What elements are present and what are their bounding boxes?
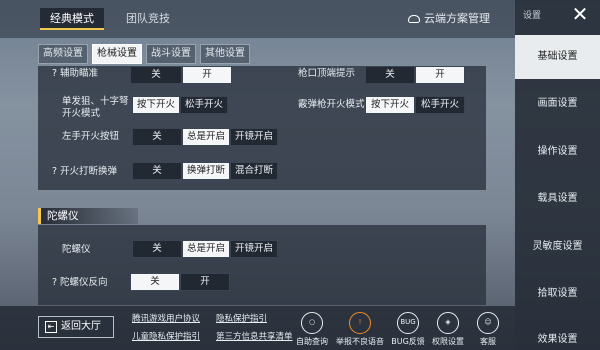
link-user-agreement[interactable]: 腾讯游戏用户协议 bbox=[132, 312, 200, 324]
sniper-fire-mode-toggle[interactable]: 按下开火 松手开火 bbox=[132, 96, 228, 114]
warning-icon: ! bbox=[349, 312, 371, 334]
option-scope-on[interactable]: 开镜开启 bbox=[230, 128, 278, 146]
cloud-icon bbox=[408, 15, 420, 23]
fire-interrupt-reload-toggle[interactable]: 关 换弹打断 混合打断 bbox=[132, 162, 278, 180]
option-on[interactable]: 开 bbox=[415, 66, 465, 84]
option-reload-interrupt[interactable]: 换弹打断 bbox=[182, 162, 230, 180]
help-icon: ? bbox=[52, 277, 58, 288]
option-press-fire[interactable]: 按下开火 bbox=[365, 96, 415, 114]
back-to-lobby-button[interactable]: ⇤ 返回大厅 bbox=[38, 316, 114, 338]
subtab-combat[interactable]: 战斗设置 bbox=[146, 44, 196, 64]
bug-icon: BUG bbox=[397, 312, 419, 334]
bug-feedback-button[interactable]: BUG BUG反馈 bbox=[388, 312, 428, 347]
settings-label: 设置 bbox=[523, 11, 542, 21]
aim-assist-label: ? 辅助瞄准 bbox=[52, 68, 99, 79]
option-off[interactable]: 关 bbox=[132, 240, 182, 258]
option-off[interactable]: 关 bbox=[132, 162, 182, 180]
subtab-firearms[interactable]: 枪械设置 bbox=[92, 44, 142, 64]
gyro-toggle[interactable]: 关 总是开启 开镜开启 bbox=[132, 240, 278, 258]
sidebar-item-effects[interactable]: 效果设置 bbox=[515, 318, 600, 350]
link-third-party-sharing[interactable]: 第三方信息共享清单 bbox=[216, 330, 293, 342]
gyro-invert-label: ? 陀螺仪反向 bbox=[52, 277, 108, 288]
cloud-scheme-button[interactable]: 云端方案管理 bbox=[408, 10, 490, 26]
shotgun-fire-mode-label: 霰弹枪开火模式 bbox=[298, 99, 365, 110]
gyro-section-title: 陀螺仪 bbox=[38, 208, 138, 224]
settings-sidebar: 基础设置 画面设置 操作设置 载具设置 灵敏度设置 拾取设置 效果设置 bbox=[515, 0, 600, 350]
option-off[interactable]: 关 bbox=[365, 66, 415, 84]
top-tab-bar: 经典模式 团队竞技 云端方案管理 bbox=[0, 0, 515, 38]
option-release-fire[interactable]: 松手开火 bbox=[180, 96, 228, 114]
option-mixed-interrupt[interactable]: 混合打断 bbox=[230, 162, 278, 180]
gyro-invert-toggle[interactable]: 关 开 bbox=[130, 273, 230, 291]
help-icon: ? bbox=[52, 68, 58, 79]
tab-classic-mode[interactable]: 经典模式 bbox=[40, 8, 104, 30]
muzzle-tip-label: 枪口顶端提示 bbox=[298, 68, 356, 79]
option-press-fire[interactable]: 按下开火 bbox=[132, 96, 180, 114]
back-to-lobby-label: 返回大厅 bbox=[61, 321, 101, 332]
shotgun-fire-mode-toggle[interactable]: 按下开火 松手开火 bbox=[365, 96, 465, 114]
left-fire-button-label: 左手开火按钮 bbox=[62, 131, 120, 142]
permission-settings-button[interactable]: ◈ 权限设置 bbox=[428, 312, 468, 347]
option-always-on[interactable]: 总是开启 bbox=[182, 240, 230, 258]
tab-team-deathmatch[interactable]: 团队竞技 bbox=[116, 8, 180, 30]
back-arrow-icon: ⇤ bbox=[45, 321, 57, 333]
option-off[interactable]: 关 bbox=[132, 128, 182, 146]
customer-service-button[interactable]: ☺ 客服 bbox=[468, 312, 508, 347]
left-fire-button-toggle[interactable]: 关 总是开启 开镜开启 bbox=[132, 128, 278, 146]
close-icon[interactable]: ✕ bbox=[570, 4, 590, 24]
report-voice-button[interactable]: ! 举报不良语音 bbox=[334, 312, 386, 347]
sidebar-item-graphics[interactable]: 画面设置 bbox=[515, 82, 600, 126]
cloud-scheme-label: 云端方案管理 bbox=[424, 12, 490, 25]
subtab-other[interactable]: 其他设置 bbox=[200, 44, 250, 64]
fire-interrupt-reload-label: ? 开火打断换弹 bbox=[52, 166, 118, 177]
help-icon: ? bbox=[52, 166, 58, 177]
link-privacy-guide[interactable]: 隐私保护指引 bbox=[216, 312, 267, 324]
option-scope-on[interactable]: 开镜开启 bbox=[230, 240, 278, 258]
sidebar-item-controls[interactable]: 操作设置 bbox=[515, 130, 600, 174]
search-icon: ○ bbox=[301, 312, 323, 334]
aim-assist-toggle[interactable]: 关 开 bbox=[130, 66, 232, 84]
gyro-label: 陀螺仪 bbox=[62, 244, 91, 255]
link-child-privacy[interactable]: 儿童隐私保护指引 bbox=[132, 330, 200, 342]
shield-icon: ◈ bbox=[437, 312, 459, 334]
gyro-settings-panel bbox=[38, 225, 486, 305]
option-on[interactable]: 开 bbox=[182, 66, 232, 84]
option-always-on[interactable]: 总是开启 bbox=[182, 128, 230, 146]
option-off[interactable]: 关 bbox=[130, 66, 182, 84]
subtab-frequent[interactable]: 高频设置 bbox=[38, 44, 88, 64]
option-on[interactable]: 开 bbox=[180, 273, 230, 291]
sidebar-item-sensitivity[interactable]: 灵敏度设置 bbox=[515, 225, 600, 269]
sidebar-item-vehicle[interactable]: 载具设置 bbox=[515, 177, 600, 221]
muzzle-tip-toggle[interactable]: 关 开 bbox=[365, 66, 465, 84]
option-off[interactable]: 关 bbox=[130, 273, 180, 291]
support-icon: ☺ bbox=[477, 312, 499, 334]
sidebar-item-basic[interactable]: 基础设置 bbox=[515, 35, 600, 79]
self-service-button[interactable]: ○ 自助查询 bbox=[292, 312, 332, 347]
sniper-fire-mode-label: 单发狙、十字弩开火模式 bbox=[62, 96, 129, 119]
sidebar-item-pickup[interactable]: 拾取设置 bbox=[515, 272, 600, 316]
option-release-fire[interactable]: 松手开火 bbox=[415, 96, 465, 114]
